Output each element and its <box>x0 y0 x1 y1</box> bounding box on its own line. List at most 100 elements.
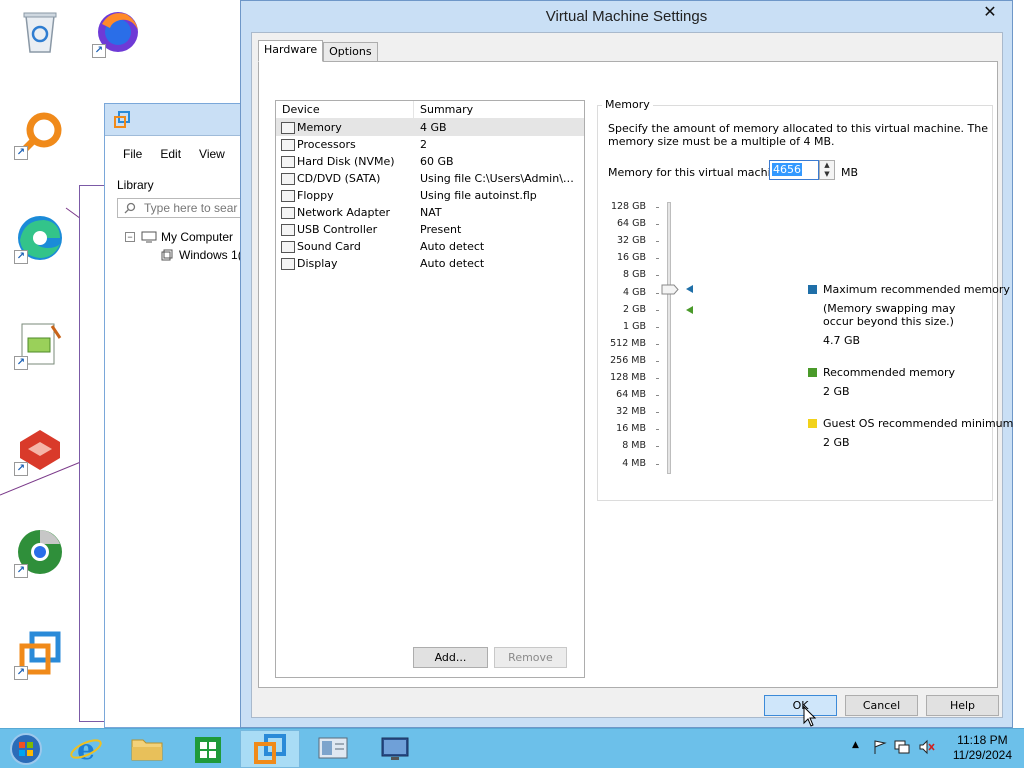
internet-explorer-icon: e <box>70 733 102 766</box>
column-header-summary[interactable]: Summary <box>414 101 473 118</box>
scale-tick-mark <box>656 258 659 260</box>
menu-file[interactable]: File <box>123 147 142 161</box>
scale-tick-mark <box>656 395 659 397</box>
device-row[interactable]: CD/DVD (SATA) Using file C:\Users\Admin\D… <box>276 170 584 187</box>
memory-size-input[interactable]: 4656 <box>769 160 819 180</box>
dialog-body: Hardware Options Device Summary Memory 4 … <box>251 32 1013 718</box>
show-hidden-icons-icon[interactable]: ▲ <box>852 740 859 750</box>
scale-tick-label: 32 GB <box>617 235 646 247</box>
device-summary: Using file C:\Users\Admin\Do... <box>420 172 582 185</box>
device-summary: Using file autoinst.flp <box>420 189 537 202</box>
background-window-edge <box>79 185 105 722</box>
device-name: Network Adapter <box>297 206 391 219</box>
remove-device-button[interactable]: Remove <box>494 647 567 668</box>
device-row[interactable]: Sound Card Auto detect <box>276 238 584 255</box>
taskbar-file-explorer[interactable] <box>117 730 177 768</box>
firefox-icon[interactable]: ↗ <box>92 6 144 58</box>
close-icon: ✕ <box>983 2 997 21</box>
device-name: Processors <box>297 138 356 151</box>
device-row[interactable]: Network Adapter NAT <box>276 204 584 221</box>
scale-tick-label: 16 MB <box>616 423 646 435</box>
device-name: Display <box>297 257 338 270</box>
clock[interactable]: 11:18 PM 11/29/2024 <box>953 733 1012 763</box>
hard-disk-icon <box>281 155 295 168</box>
vmware-workstation-icon <box>254 734 286 764</box>
vmware-icon[interactable]: ↗ <box>14 628 66 680</box>
taskbar-remote-desktop[interactable] <box>365 730 425 768</box>
tab-options[interactable]: Options <box>323 42 378 62</box>
column-header-device[interactable]: Device <box>276 101 414 118</box>
device-cell: Memory <box>276 121 414 134</box>
collapse-icon[interactable]: − <box>125 232 135 242</box>
recycle-bin-icon[interactable] <box>14 6 66 58</box>
close-button[interactable]: ✕ <box>974 1 1006 23</box>
scale-tick-label: 64 MB <box>616 389 646 401</box>
ok-button[interactable]: OK <box>764 695 837 716</box>
tab-strip: Hardware Options <box>258 40 378 62</box>
scale-tick-mark <box>656 463 659 465</box>
device-row[interactable]: Memory 4 GB <box>276 119 584 136</box>
clock-date: 11/29/2024 <box>952 748 1012 762</box>
taskbar-store[interactable] <box>178 730 238 768</box>
file-explorer-icon <box>131 739 163 761</box>
start-button[interactable] <box>2 730 50 768</box>
menu-edit[interactable]: Edit <box>160 147 181 161</box>
device-list-header: Device Summary <box>276 101 584 119</box>
device-name: Memory <box>297 121 342 134</box>
scale-tick-label: 16 GB <box>617 252 646 264</box>
device-row[interactable]: USB Controller Present <box>276 221 584 238</box>
scale-tick-label: 32 MB <box>616 406 646 418</box>
memory-slider-track[interactable] <box>667 202 671 474</box>
taskbar-vmware-workstation[interactable] <box>240 730 300 768</box>
action-center-flag-icon[interactable] <box>872 739 888 755</box>
device-summary: Auto detect <box>420 257 485 270</box>
server-manager-icon <box>318 737 348 759</box>
device-cell: Network Adapter <box>276 206 414 219</box>
scale-tick-mark <box>656 343 659 345</box>
floppy-icon <box>281 189 295 202</box>
volume-muted-icon[interactable] <box>918 739 936 755</box>
help-button[interactable]: Help <box>926 695 999 716</box>
scale-tick-mark <box>656 378 659 379</box>
device-cell: Hard Disk (NVMe) <box>276 155 414 168</box>
device-name: USB Controller <box>297 223 378 236</box>
device-row[interactable]: Floppy Using file autoinst.flp <box>276 187 584 204</box>
max-recommended-value: 4.7 GB <box>823 334 861 347</box>
cancel-button[interactable]: Cancel <box>845 695 918 716</box>
scale-tick-label: 4 GB <box>623 286 646 298</box>
taskbar: e ▲ 11:18 PM 11/29/2024 <box>0 728 1024 768</box>
device-list[interactable]: Device Summary Memory 4 GB Processors 2 Hard… <box>275 100 585 678</box>
remote-desktop-icon <box>381 737 409 760</box>
scale-tick-label: 8 GB <box>623 269 646 281</box>
memory-slider-thumb[interactable] <box>661 284 679 295</box>
taskbar-server-manager[interactable] <box>303 730 363 768</box>
scale-tick-mark <box>656 360 659 362</box>
usb-icon <box>281 223 295 236</box>
desktop: ↗ ↗ ↗ ↗ ↗ ↗ ↗ File Edit View Library Typ… <box>0 0 1024 728</box>
device-row[interactable]: Processors 2 <box>276 136 584 153</box>
memory-spinner[interactable]: ▲ ▼ <box>819 160 835 180</box>
spin-down-icon[interactable]: ▼ <box>820 170 834 179</box>
tab-hardware[interactable]: Hardware <box>258 40 324 62</box>
device-summary: 60 GB <box>420 155 454 168</box>
recommended-value: 2 GB <box>823 385 850 398</box>
device-row[interactable]: Hard Disk (NVMe) 60 GB <box>276 153 584 170</box>
device-cell: Floppy <box>276 189 414 202</box>
scale-tick-label: 8 MB <box>622 440 646 452</box>
scale-tick-label: 256 MB <box>610 354 646 366</box>
memory-size-value: 4656 <box>772 163 802 176</box>
device-row[interactable]: Display Auto detect <box>276 255 584 272</box>
spin-up-icon[interactable]: ▲ <box>820 161 834 170</box>
taskbar-internet-explorer[interactable]: e <box>56 730 116 768</box>
guest-minimum-label: Guest OS recommended minimum <box>823 417 1014 430</box>
add-device-button[interactable]: Add... <box>413 647 488 668</box>
menu-view[interactable]: View <box>199 147 225 161</box>
clock-time: 11:18 PM <box>957 733 1008 747</box>
cd-dvd-icon <box>281 172 295 185</box>
vm-settings-dialog[interactable]: Virtual Machine Settings ✕ Hardware Opti… <box>240 0 1013 728</box>
device-summary: Auto detect <box>420 240 485 253</box>
network-icon[interactable] <box>894 739 910 755</box>
max-recommended-marker <box>686 284 693 293</box>
scale-tick-mark <box>656 207 659 208</box>
chrome-icon[interactable]: ↗ <box>14 526 66 578</box>
